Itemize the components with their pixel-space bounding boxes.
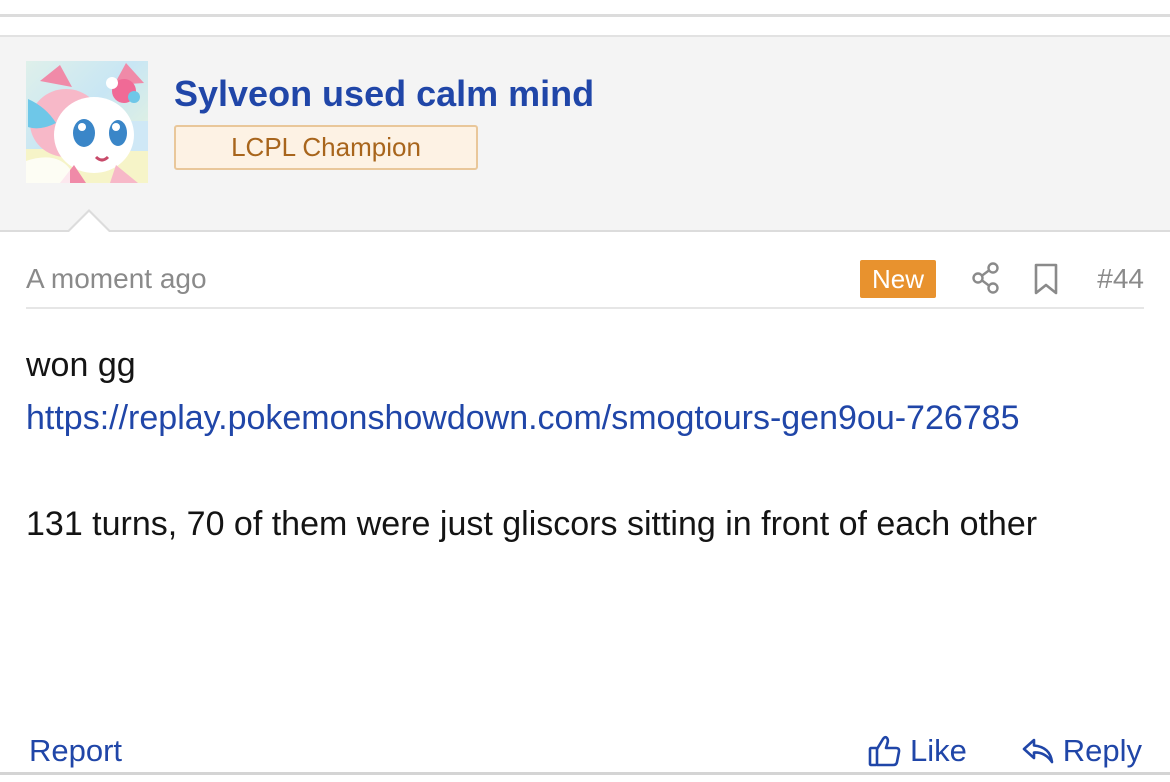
share-icon[interactable] [971, 262, 1001, 294]
sylveon-sprite-icon [26, 63, 148, 183]
post-meta-row: A moment ago New #44 [26, 255, 1144, 309]
report-button[interactable]: Report [29, 733, 122, 769]
reply-arrow-icon [1022, 738, 1054, 764]
post-actions: Report Like Reply [26, 727, 1144, 777]
post-number-link[interactable]: #44 [1097, 263, 1144, 295]
post-text-line: 131 turns, 70 of them were just gliscors… [26, 505, 1038, 543]
username[interactable]: Sylveon used calm mind [174, 73, 594, 115]
bookmark-icon[interactable] [1033, 263, 1059, 295]
reply-label: Reply [1062, 733, 1142, 768]
user-title-badge: LCPL Champion [174, 125, 478, 170]
replay-link[interactable]: https://replay.pokemonshowdown.com/smogt… [26, 392, 1144, 445]
avatar[interactable] [26, 61, 148, 183]
post-user-header: Sylveon used calm mind LCPL Champion [0, 37, 1170, 232]
header-notch-fill [69, 212, 109, 232]
thumbs-up-icon [868, 735, 901, 767]
post-timestamp[interactable]: A moment ago [26, 263, 207, 295]
forum-post: Sylveon used calm mind LCPL Champion A m… [0, 35, 1170, 775]
post-text-line: won gg [26, 346, 136, 384]
post-body: won gg https://replay.pokemonshowdown.co… [26, 339, 1144, 551]
like-button[interactable]: Like [868, 731, 967, 771]
like-label: Like [910, 733, 967, 768]
top-divider [0, 14, 1170, 17]
new-badge: New [860, 260, 936, 298]
reply-button[interactable]: Reply [1021, 731, 1142, 771]
